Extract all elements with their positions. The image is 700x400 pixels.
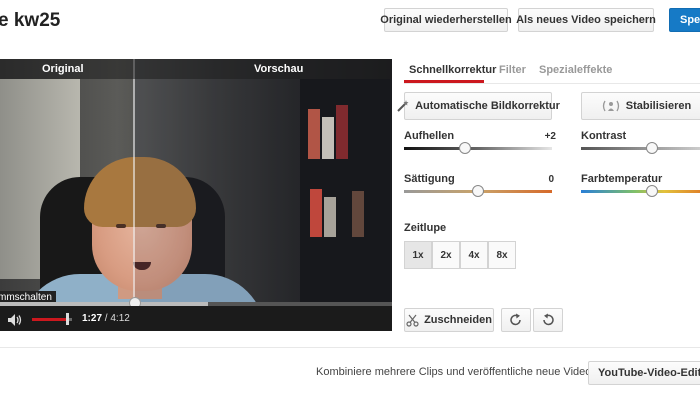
contrast-knob[interactable] xyxy=(646,142,659,154)
total-time: / 4:12 xyxy=(104,313,130,324)
current-time: 1:27 xyxy=(82,313,103,324)
speed-option-4x[interactable]: 4x xyxy=(460,241,488,269)
rotate-right-button[interactable] xyxy=(501,308,531,332)
video-player[interactable]: Original Vorschau mmschalten 1:27 / 4:12 xyxy=(0,59,392,331)
time-display: 1:27 / 4:12 xyxy=(82,313,130,324)
contrast-slider[interactable] xyxy=(581,147,700,150)
auto-fix-button[interactable]: Automatische Bildkorrektur xyxy=(397,92,560,120)
edit-tabs: Schnellkorrektur Filter Spezialeffekte xyxy=(404,62,700,84)
brighten-label: Aufhellen xyxy=(404,130,455,142)
video-editor-button[interactable]: YouTube-Video-Editor te xyxy=(588,361,700,385)
player-controls: 1:27 / 4:12 xyxy=(0,306,392,331)
saturation-label: Sättigung xyxy=(404,173,455,185)
brighten-slider[interactable] xyxy=(404,147,552,150)
color-temperature-slider[interactable] xyxy=(581,190,700,193)
saturation-knob[interactable] xyxy=(472,185,484,197)
color-temperature-label: Farbtemperatur xyxy=(581,173,663,185)
original-label: Original xyxy=(42,63,84,75)
speed-option-2x[interactable]: 2x xyxy=(432,241,460,269)
preview-tint xyxy=(133,59,392,303)
compare-divider[interactable] xyxy=(133,59,135,303)
slow-motion-label: Zeitlupe xyxy=(404,222,447,234)
footer-divider xyxy=(0,347,700,348)
video-frame xyxy=(0,59,392,331)
restore-original-button[interactable]: Original wiederherstellen xyxy=(380,8,512,32)
saturation-value: 0 xyxy=(548,174,554,185)
rotate-left-icon xyxy=(541,313,555,327)
magic-wand-icon xyxy=(396,99,410,113)
tab-special-effects[interactable]: Spezialeffekte xyxy=(539,64,612,76)
brighten-value: +2 xyxy=(544,131,556,142)
speed-option-1x[interactable]: 1x xyxy=(404,241,432,269)
tab-filter[interactable]: Filter xyxy=(499,64,526,76)
stabilize-button[interactable]: Stabilisieren xyxy=(581,92,700,120)
rotate-right-icon xyxy=(509,313,523,327)
page-title: e kw25 xyxy=(0,10,61,31)
brighten-knob[interactable] xyxy=(458,142,471,154)
trim-button[interactable]: Zuschneiden xyxy=(404,308,494,332)
save-as-new-video-button[interactable]: Als neues Video speichern xyxy=(516,8,656,32)
stabilize-icon xyxy=(601,99,621,113)
footer-text: Kombiniere mehrere Clips und veröffentli… xyxy=(316,366,600,378)
volume-icon[interactable] xyxy=(7,311,23,329)
active-tab-indicator xyxy=(404,80,484,83)
color-temperature-knob[interactable] xyxy=(646,185,659,197)
scissors-icon xyxy=(406,314,419,327)
save-button[interactable]: Speic xyxy=(669,8,700,32)
speed-option-8x[interactable]: 8x xyxy=(488,241,516,269)
volume-knob[interactable] xyxy=(66,313,69,325)
preview-label: Vorschau xyxy=(254,63,304,75)
tab-quick-fix[interactable]: Schnellkorrektur xyxy=(409,64,496,76)
rotate-left-button[interactable] xyxy=(533,308,563,332)
contrast-label: Kontrast xyxy=(581,130,627,142)
